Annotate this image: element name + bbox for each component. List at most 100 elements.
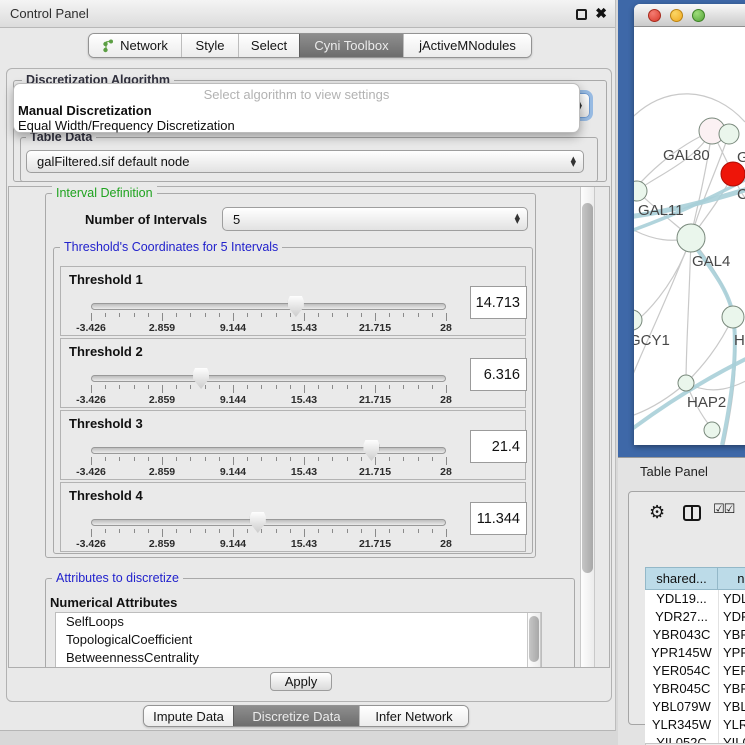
minor-tick	[418, 457, 419, 461]
algorithm-hint-item[interactable]: Select algorithm to view settings	[14, 87, 579, 102]
table-row[interactable]: YPR145WYPR1	[645, 644, 745, 662]
cell-name[interactable]: YER0	[718, 662, 745, 680]
threshold-value-field[interactable]: 14.713	[470, 286, 527, 319]
cell-name[interactable]: YDR2	[718, 608, 745, 626]
tab-impute-data[interactable]: Impute Data	[144, 706, 233, 726]
minor-tick	[105, 313, 106, 317]
algorithm-option[interactable]: Manual Discretization	[18, 103, 152, 118]
table-row[interactable]: YLR345WYLR3	[645, 716, 745, 734]
attribute-list-item[interactable]: SelfLoops	[56, 613, 541, 631]
cell-name[interactable]: YDL1	[718, 590, 745, 608]
number-of-intervals-combobox[interactable]: 5 ▲▼	[222, 207, 528, 231]
cell-shared-name[interactable]: YBL079W	[645, 698, 718, 716]
column-header[interactable]: name	[718, 567, 745, 590]
apply-button[interactable]: Apply	[270, 672, 332, 691]
cell-shared-name[interactable]: YDR27...	[645, 608, 718, 626]
table-row[interactable]: YBL079WYBL0	[645, 698, 745, 716]
network-canvas[interactable]: GAL80GACGAL11GAL4GCY1HHAP2	[634, 27, 745, 445]
node-label: C	[737, 186, 745, 203]
minor-tick	[134, 385, 135, 389]
tab-select[interactable]: Select	[238, 34, 299, 57]
tick-label: 2.859	[149, 394, 175, 406]
network-node-gcy1[interactable]	[634, 310, 642, 330]
network-view-window: GAL80GACGAL11GAL4GCY1HHAP2	[634, 4, 745, 445]
tab-style[interactable]: Style	[181, 34, 238, 57]
split-columns-icon[interactable]	[683, 505, 701, 521]
attributes-list-scrollbar-thumb[interactable]	[529, 616, 539, 662]
float-window-icon[interactable]	[576, 9, 587, 20]
threshold-slider-thumb[interactable]	[193, 368, 209, 389]
cell-shared-name[interactable]: YPR145W	[645, 644, 718, 662]
close-icon[interactable]: ✖	[595, 5, 607, 22]
column-header[interactable]: shared...	[645, 567, 718, 590]
minor-tick	[176, 457, 177, 461]
tab-jactivemnodules[interactable]: jActiveMNodules	[403, 34, 531, 57]
cell-name[interactable]: YLR3	[718, 716, 745, 734]
threshold-panel-3: Threshold 3-3.4262.8599.14415.4321.71528…	[60, 410, 526, 480]
threshold-value-field[interactable]: 21.4	[470, 430, 527, 463]
minor-tick	[332, 313, 333, 317]
network-node-c[interactable]	[721, 162, 745, 186]
attribute-list-item[interactable]: BetweennessCentrality	[56, 649, 541, 667]
threshold-slider-track[interactable]	[91, 519, 446, 526]
cell-shared-name[interactable]: YLR345W	[645, 716, 718, 734]
interval-definition-group-title: Interval Definition	[52, 186, 157, 200]
cell-name[interactable]: YBR0	[718, 680, 745, 698]
table-data-combobox[interactable]: galFiltered.sif default node ▲▼	[26, 150, 584, 173]
table-row[interactable]: YER054CYER0	[645, 662, 745, 680]
minor-tick	[134, 457, 135, 461]
tab-label: Select	[251, 38, 287, 53]
cell-name[interactable]: YBL0	[718, 698, 745, 716]
cell-shared-name[interactable]: YER054C	[645, 662, 718, 680]
cell-shared-name[interactable]: YBR043C	[645, 626, 718, 644]
tab-infer-network[interactable]: Infer Network	[359, 706, 468, 726]
threshold-slider-track[interactable]	[91, 303, 446, 310]
network-node-h[interactable]	[722, 306, 744, 328]
table-row[interactable]: YBR043CYBR0	[645, 626, 745, 644]
number-of-intervals-label: Number of Intervals	[85, 212, 207, 227]
table-row[interactable]: YBR045CYBR0	[645, 680, 745, 698]
settings-gear-icon[interactable]: ⚙	[649, 502, 665, 523]
zoom-traffic-light-icon[interactable]	[692, 9, 705, 22]
table-row[interactable]: YDR27...YDR2	[645, 608, 745, 626]
tick-label: 28	[440, 538, 452, 550]
minor-tick	[318, 457, 319, 461]
algorithm-option[interactable]: Equal Width/Frequency Discretization	[18, 118, 235, 133]
cell-shared-name[interactable]: YDL19...	[645, 590, 718, 608]
network-node[interactable]	[704, 422, 720, 438]
network-node-gal4[interactable]	[677, 224, 705, 252]
select-columns-checkboxes-icon[interactable]: ☑☑	[713, 502, 734, 517]
cell-shared-name[interactable]: YBR045C	[645, 680, 718, 698]
minor-tick	[332, 385, 333, 389]
threshold-value-field[interactable]: 6.316	[470, 358, 527, 391]
major-tick	[375, 529, 376, 537]
minor-tick	[205, 457, 206, 461]
node-label: GAL80	[663, 147, 710, 164]
tab-network[interactable]: Network	[89, 34, 181, 57]
cell-name[interactable]: YBR0	[718, 626, 745, 644]
minor-tick	[119, 457, 120, 461]
major-tick	[91, 385, 92, 393]
close-traffic-light-icon[interactable]	[648, 9, 661, 22]
tab-discretize-data[interactable]: Discretize Data	[233, 706, 359, 726]
minimize-traffic-light-icon[interactable]	[670, 9, 683, 22]
threshold-slider-track[interactable]	[91, 447, 446, 454]
threshold-slider-thumb[interactable]	[363, 440, 379, 461]
network-node-hap2[interactable]	[678, 375, 694, 391]
threshold-slider-thumb[interactable]	[250, 512, 266, 533]
threshold-slider-track[interactable]	[91, 375, 446, 382]
network-node-ga[interactable]	[719, 124, 739, 144]
threshold-value-field[interactable]: 11.344	[470, 502, 527, 535]
tab-cyni-toolbox[interactable]: Cyni Toolbox	[299, 34, 403, 57]
cell-name[interactable]: YPR1	[718, 644, 745, 662]
vertical-scrollbar-thumb[interactable]	[582, 203, 593, 573]
tick-label: 2.859	[149, 322, 175, 334]
numerical-attributes-label: Numerical Attributes	[50, 595, 177, 610]
attribute-list-item[interactable]: TopologicalCoefficient	[56, 631, 541, 649]
minor-tick	[261, 457, 262, 461]
number-of-intervals-value: 5	[233, 212, 240, 227]
minor-tick	[361, 457, 362, 461]
node-label: H	[734, 332, 745, 349]
combo-stepper-icon: ▲▼	[571, 157, 576, 167]
table-row[interactable]: YDL19...YDL1	[645, 590, 745, 608]
